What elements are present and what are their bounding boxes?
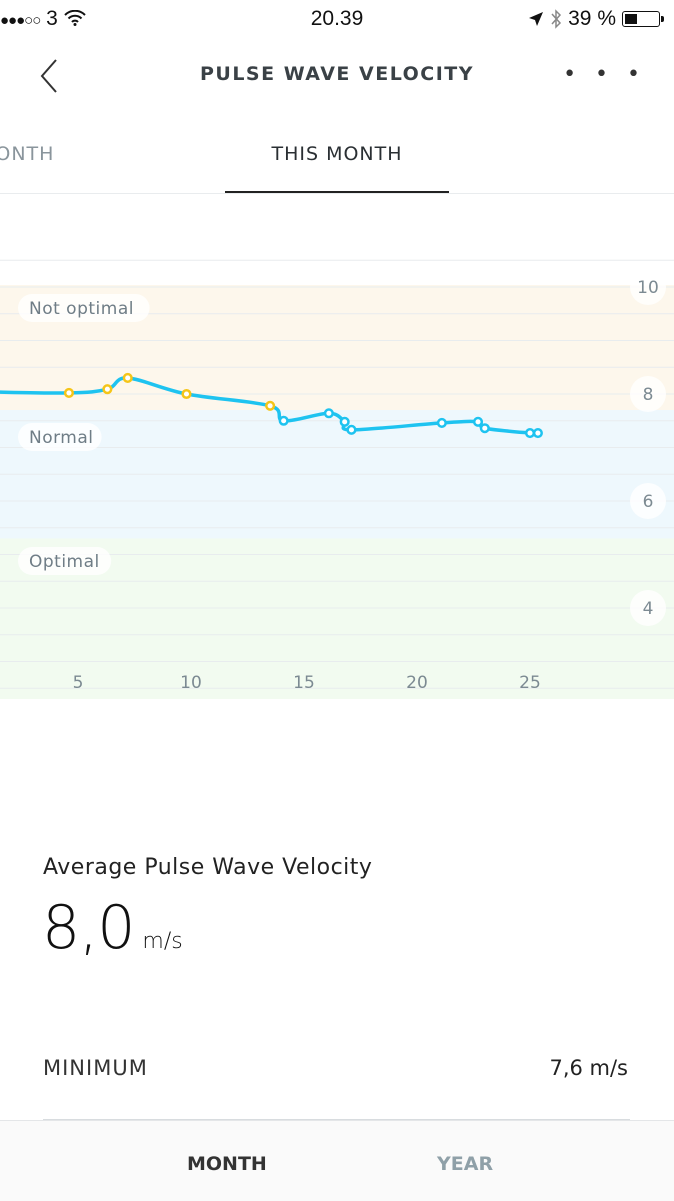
- average-number: 8,0: [42, 893, 135, 963]
- pwv-chart[interactable]: Not optimal Normal Optimal 10 8 6 4 5 10 15 20 25: [0, 190, 674, 700]
- average-value: 8,0 m/s: [42, 893, 183, 963]
- data-point: [339, 416, 350, 427]
- zone-label: Normal: [29, 428, 94, 448]
- data-point: [524, 428, 536, 439]
- average-label: Average Pulse Wave Velocity: [43, 855, 373, 880]
- zone-label: Not optimal: [29, 299, 134, 319]
- data-point: [472, 416, 484, 427]
- location-arrow-icon: [529, 12, 544, 26]
- more-options-button[interactable]: • • •: [563, 62, 646, 87]
- minimum-label: MINIMUM: [43, 1056, 148, 1080]
- data-point: [323, 408, 334, 419]
- x-tick-label: 25: [519, 673, 541, 693]
- battery-percent: 39 %: [568, 7, 616, 30]
- battery-icon: [622, 11, 664, 27]
- data-point: [436, 417, 447, 428]
- data-point: [102, 384, 113, 395]
- bluetooth-icon: [551, 9, 562, 29]
- status-bar: ●●●○○ 3 20.39 39 %: [0, 0, 674, 40]
- data-point: [181, 388, 192, 400]
- x-tick-label: 10: [180, 673, 202, 693]
- bottom-tab-month[interactable]: MONTH: [187, 1153, 267, 1175]
- zone-label: Optimal: [29, 552, 100, 572]
- data-point: [479, 423, 490, 434]
- data-point: [122, 372, 133, 384]
- data-point: [278, 415, 289, 426]
- battery-fill: [625, 14, 637, 24]
- tab-this-month[interactable]: THIS MONTH: [225, 143, 449, 165]
- data-point: [265, 400, 276, 411]
- y-tick-label: 4: [643, 599, 654, 619]
- data-point: [532, 428, 543, 439]
- y-tick-label: 6: [643, 492, 654, 512]
- bottom-tab-bar: [0, 1120, 674, 1201]
- average-unit: m/s: [142, 929, 183, 954]
- x-tick-label: 5: [73, 673, 84, 693]
- x-tick-label: 15: [293, 673, 315, 693]
- y-tick-label: 8: [643, 385, 654, 405]
- status-right: 39 %: [528, 7, 664, 31]
- data-point: [346, 424, 357, 435]
- x-tick-label: 20: [406, 673, 428, 693]
- minimum-value: 7,6 m/s: [549, 1056, 628, 1080]
- y-tick-label: 10: [637, 278, 659, 298]
- tab-previous-month[interactable]: MONTH: [0, 143, 54, 165]
- data-point: [63, 387, 75, 398]
- bottom-tab-year[interactable]: YEAR: [437, 1153, 493, 1175]
